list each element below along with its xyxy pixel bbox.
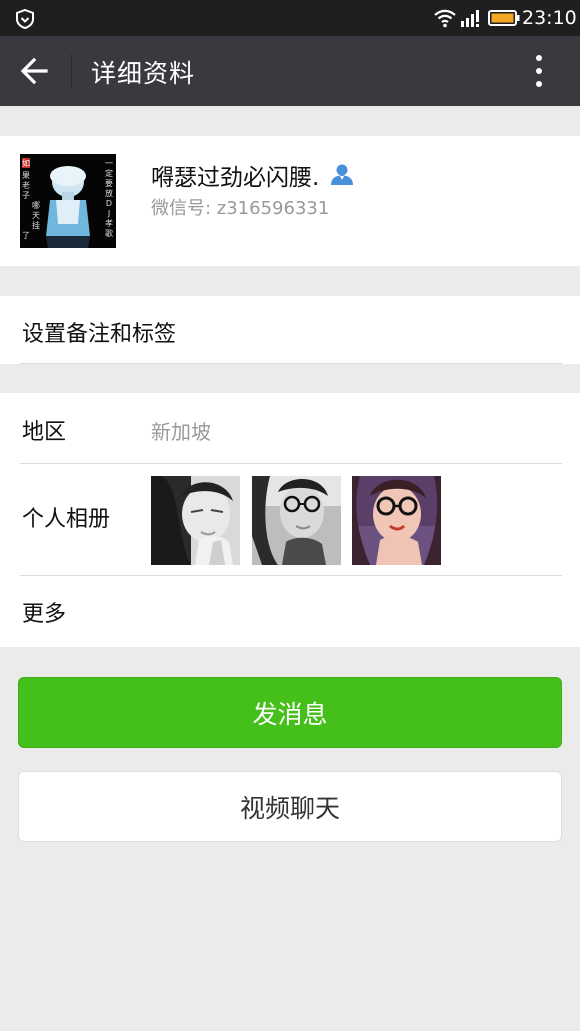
album-photo[interactable] bbox=[151, 476, 240, 565]
more-vertical-icon bbox=[536, 55, 542, 87]
avatar[interactable]: 如 果 老 子 哪 天 挂 了 一 定 要 放 D J 孝 歌 bbox=[20, 154, 116, 248]
wechat-id: 微信号: z316596331 bbox=[151, 198, 330, 219]
region-value: 新加坡 bbox=[151, 420, 211, 444]
video-chat-button[interactable]: 视频聊天 bbox=[18, 771, 562, 842]
person-icon bbox=[331, 164, 354, 185]
svg-text:果: 果 bbox=[22, 171, 30, 180]
app-toolbar: 详细资料 bbox=[0, 36, 580, 106]
status-time: 23:10 bbox=[522, 7, 577, 29]
shield-icon bbox=[16, 8, 34, 30]
more-button[interactable] bbox=[522, 50, 556, 92]
toolbar-divider bbox=[71, 54, 72, 88]
album-label: 个人相册 bbox=[22, 507, 111, 532]
arrow-left-icon bbox=[20, 57, 48, 85]
svg-text:一: 一 bbox=[105, 159, 113, 168]
send-message-button[interactable]: 发消息 bbox=[18, 677, 562, 748]
signal-icon bbox=[461, 10, 479, 27]
svg-text:定: 定 bbox=[105, 168, 113, 178]
svg-text:D: D bbox=[106, 199, 112, 208]
set-remark-and-tags-row[interactable]: 设置备注和标签 bbox=[0, 296, 580, 364]
svg-text:哪: 哪 bbox=[32, 201, 40, 210]
remark-label: 设置备注和标签 bbox=[22, 322, 177, 347]
page-title: 详细资料 bbox=[91, 59, 196, 88]
svg-text:了: 了 bbox=[22, 231, 30, 240]
divider bbox=[20, 363, 562, 364]
wifi-icon bbox=[434, 9, 456, 28]
more-row[interactable]: 更多 bbox=[0, 576, 580, 647]
back-button[interactable] bbox=[14, 51, 56, 91]
region-row: 地区 新加坡 bbox=[0, 393, 580, 463]
avatar-image: 如 果 老 子 哪 天 挂 了 一 定 要 放 D J 孝 歌 bbox=[20, 154, 116, 248]
region-label: 地区 bbox=[22, 420, 67, 445]
svg-text:老: 老 bbox=[22, 180, 30, 190]
nickname: 嘚瑟过劲必闪腰. bbox=[151, 165, 320, 191]
album-photo[interactable] bbox=[352, 476, 441, 565]
svg-text:孝: 孝 bbox=[105, 219, 113, 228]
nickname-row: 嘚瑟过劲必闪腰. bbox=[151, 158, 355, 192]
more-label: 更多 bbox=[22, 602, 67, 627]
svg-text:挂: 挂 bbox=[32, 220, 40, 230]
svg-text:子: 子 bbox=[22, 191, 30, 200]
svg-text:歌: 歌 bbox=[105, 228, 113, 238]
profile-card: 如 果 老 子 哪 天 挂 了 一 定 要 放 D J 孝 歌 嘚瑟过劲必闪腰.… bbox=[0, 136, 580, 266]
svg-text:天: 天 bbox=[32, 211, 40, 220]
svg-text:放: 放 bbox=[105, 188, 113, 198]
avatar-text-right: 一 定 要 放 D J 孝 歌 bbox=[105, 159, 113, 238]
album-photo[interactable] bbox=[252, 476, 341, 565]
svg-text:如: 如 bbox=[22, 158, 30, 168]
svg-text:J: J bbox=[107, 209, 110, 218]
status-bar: 23:10 bbox=[0, 0, 580, 36]
battery-icon bbox=[488, 10, 520, 26]
svg-text:要: 要 bbox=[105, 179, 113, 188]
info-group: 地区 新加坡 个人相册 更多 bbox=[0, 393, 580, 647]
